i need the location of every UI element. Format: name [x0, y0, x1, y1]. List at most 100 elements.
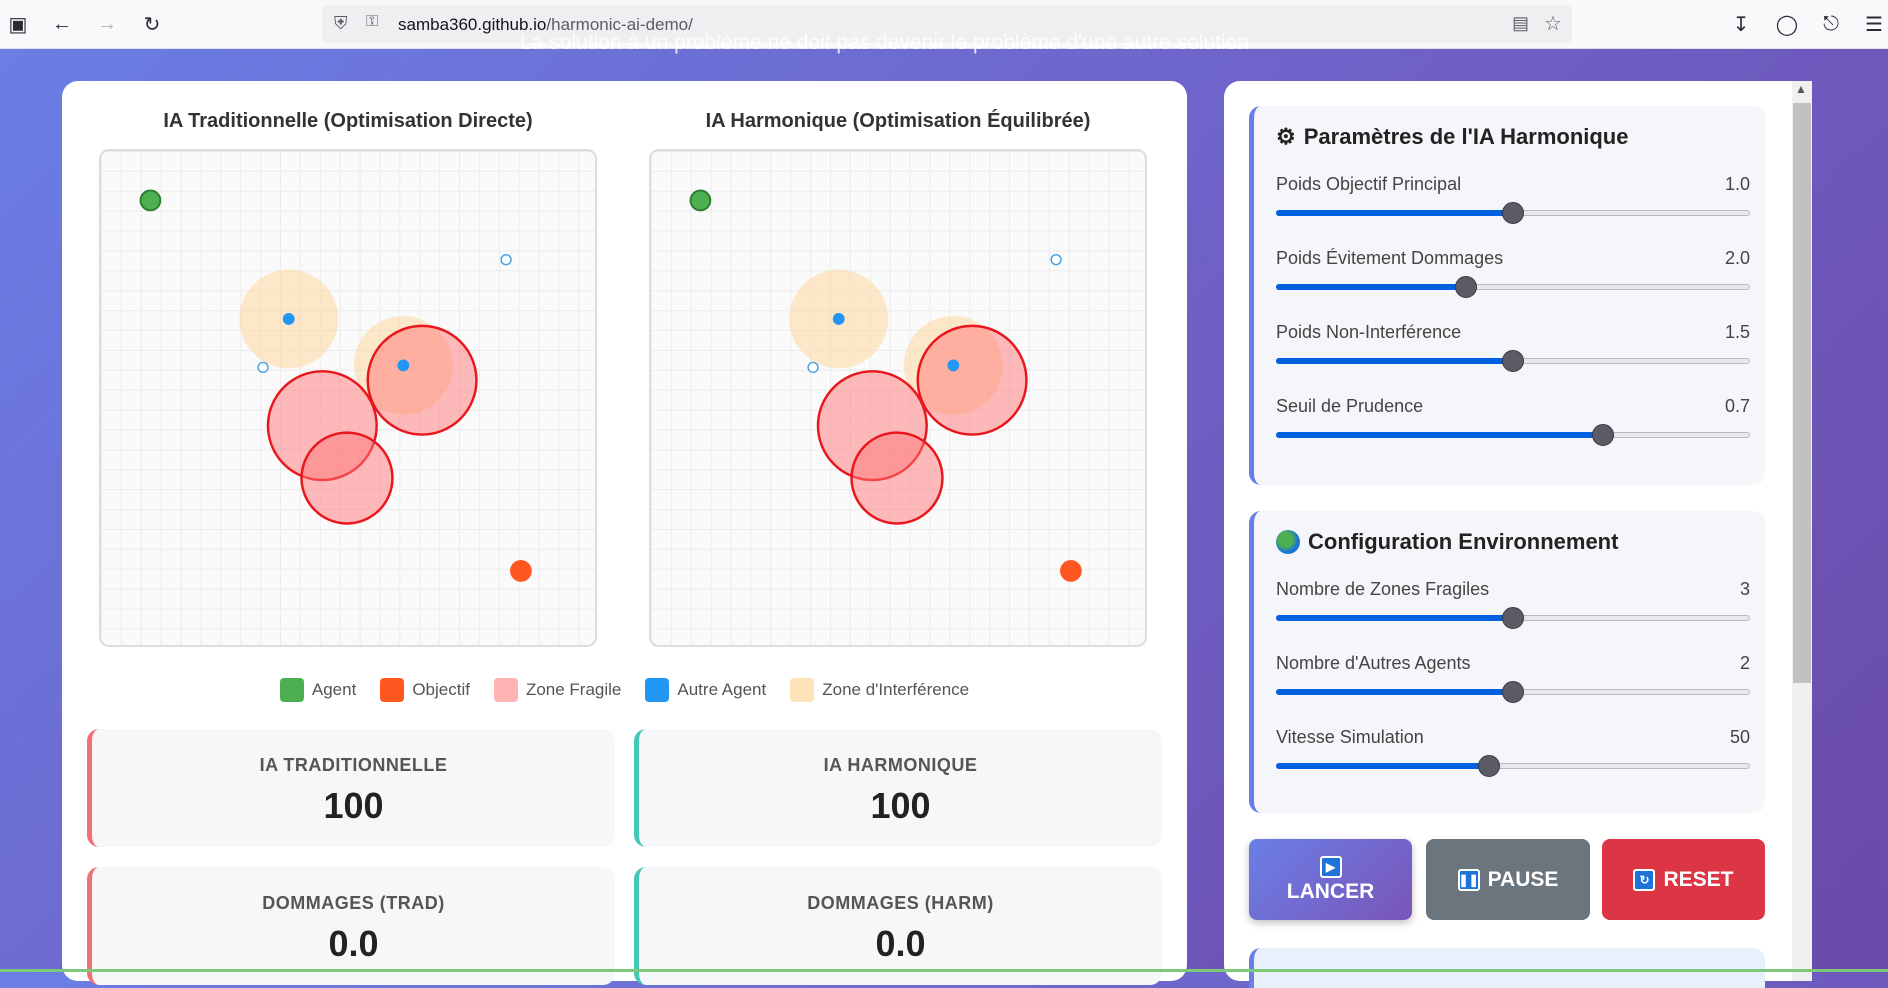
legend-swatch	[279, 678, 304, 702]
legend-item-fragile-zone: Zone Fragile	[493, 678, 621, 702]
other-agent	[397, 359, 410, 372]
agent	[139, 189, 162, 212]
scrollbar-thumb[interactable]	[1793, 103, 1811, 683]
scroll-up-arrow-icon[interactable]: ▲	[1795, 82, 1807, 96]
harmonic-canvas[interactable]	[649, 149, 1147, 647]
slider-thumb[interactable]	[1502, 202, 1524, 224]
slider-fragile-zones-count[interactable]	[1276, 607, 1750, 629]
section-title: Configuration Environnement	[1276, 529, 1618, 555]
fragile-zone	[916, 324, 1028, 436]
bookmark-star-icon[interactable]: ☆	[1544, 11, 1562, 36]
legend-item-interference-zone: Zone d'Interférence	[790, 678, 969, 702]
slider-caution-threshold[interactable]	[1276, 424, 1750, 446]
slider-other-agents-count[interactable]	[1276, 681, 1750, 703]
shield-icon[interactable]: ⛨	[334, 13, 348, 34]
play-icon: ▶	[1319, 855, 1342, 878]
slider-thumb[interactable]	[1502, 350, 1524, 372]
download-icon[interactable]: ↧	[1725, 8, 1757, 40]
pause-button[interactable]: ❚❚ PAUSE	[1426, 839, 1590, 920]
stat-label: IA HARMONIQUE	[823, 755, 978, 775]
harmonic-params-section: ⚙ Paramètres de l'IA Harmonique Poids Obj…	[1249, 106, 1765, 485]
stat-value: 100	[870, 785, 931, 826]
extensions-icon[interactable]: ⎋	[1815, 8, 1847, 40]
waypoint	[500, 253, 512, 266]
forward-icon[interactable]: →	[91, 8, 123, 40]
waypoint	[257, 361, 269, 374]
harmonic-scene	[689, 189, 1082, 582]
slider-thumb[interactable]	[1478, 755, 1501, 777]
legend: Agent Objectif Zone Fragile Autre Agent …	[62, 678, 1187, 702]
reload-icon[interactable]: ↻	[136, 8, 168, 40]
slider-fill	[1276, 284, 1465, 290]
stat-value: 0.0	[875, 923, 926, 964]
waypoint	[807, 361, 819, 374]
param-damage-avoidance: Poids Évitement Dommages 2.0	[1276, 248, 1750, 308]
sidebar-toggle-icon[interactable]: ▣	[2, 8, 34, 40]
other-agent	[282, 313, 295, 325]
globe-icon	[1276, 530, 1300, 554]
slider-fill	[1276, 210, 1512, 216]
slider-fill	[1276, 615, 1512, 621]
goal	[1060, 560, 1082, 582]
fragile-zone	[300, 431, 394, 525]
traditional-score-card: IA TRADITIONNELLE 100	[87, 729, 615, 847]
harmonic-score-card: IA HARMONIQUE 100	[634, 729, 1162, 847]
param-fragile-zones-count: Nombre de Zones Fragiles 3	[1276, 579, 1750, 639]
stat-value: 0.0	[328, 923, 379, 964]
param-other-agents-count: Nombre d'Autres Agents 2	[1276, 653, 1750, 713]
stat-label: DOMMAGES (TRAD)	[262, 893, 445, 913]
traditional-canvas[interactable]	[99, 149, 597, 647]
account-icon[interactable]: ◯	[1771, 8, 1803, 40]
menu-icon[interactable]: ☰	[1858, 8, 1888, 40]
slider-simulation-speed[interactable]	[1276, 755, 1750, 777]
reader-view-icon[interactable]: ▤	[1512, 13, 1529, 34]
slider-fill	[1276, 763, 1489, 769]
param-caution-threshold: Seuil de Prudence 0.7	[1276, 396, 1750, 456]
slider-fill	[1276, 689, 1512, 695]
section-title: ⚙ Paramètres de l'IA Harmonique	[1276, 124, 1629, 149]
traditional-canvas-title: IA Traditionnelle (Optimisation Directe)	[163, 110, 533, 132]
legend-swatch	[493, 678, 518, 702]
param-non-interference: Poids Non-Interférence 1.5	[1276, 322, 1750, 382]
launch-button[interactable]: ▶ LANCER	[1249, 839, 1412, 920]
slider-fill	[1276, 358, 1512, 364]
reset-button[interactable]: ↻ RESET	[1602, 839, 1765, 920]
legend-item-goal: Objectif	[380, 678, 470, 702]
gear-icon: ⚙	[1276, 124, 1296, 149]
param-main-objective: Poids Objectif Principal 1.0	[1276, 174, 1750, 234]
waypoint	[1050, 253, 1062, 266]
next-section-partial	[1249, 948, 1765, 988]
header-subtitle: La solution à un problème ne doit pas de…	[520, 31, 1249, 54]
stat-value: 100	[323, 785, 384, 826]
legend-item-agent: Agent	[279, 678, 356, 702]
slider-thumb[interactable]	[1591, 424, 1614, 446]
slider-thumb[interactable]	[1502, 607, 1524, 629]
legend-swatch	[380, 678, 405, 702]
legend-item-other-agent: Autre Agent	[645, 678, 766, 702]
slider-fill	[1276, 432, 1602, 438]
slider-non-interference[interactable]	[1276, 350, 1750, 372]
agent	[689, 189, 712, 212]
legend-swatch	[645, 678, 670, 702]
back-icon[interactable]: ←	[46, 8, 78, 40]
fragile-zone	[366, 324, 478, 436]
other-agent	[832, 313, 845, 325]
goal	[510, 560, 532, 582]
other-agent	[947, 359, 960, 372]
param-simulation-speed: Vitesse Simulation 50	[1276, 727, 1750, 787]
legend-swatch	[790, 678, 815, 702]
refresh-icon: ↻	[1633, 868, 1656, 891]
traditional-scene	[139, 189, 532, 582]
environment-section: Configuration Environnement Nombre de Zo…	[1249, 511, 1765, 813]
slider-thumb[interactable]	[1502, 681, 1524, 703]
slider-damage-avoidance[interactable]	[1276, 276, 1750, 298]
slider-thumb[interactable]	[1454, 276, 1477, 298]
traditional-damage-card: DOMMAGES (TRAD) 0.0	[87, 867, 615, 985]
stat-label: DOMMAGES (HARM)	[807, 893, 994, 913]
stat-label: IA TRADITIONNELLE	[259, 755, 448, 775]
slider-main-objective[interactable]	[1276, 202, 1750, 224]
pause-icon: ❚❚	[1457, 868, 1480, 891]
fragile-zone	[850, 431, 944, 525]
harmonic-damage-card: DOMMAGES (HARM) 0.0	[634, 867, 1162, 985]
lock-icon[interactable]: ⚿	[366, 13, 378, 31]
